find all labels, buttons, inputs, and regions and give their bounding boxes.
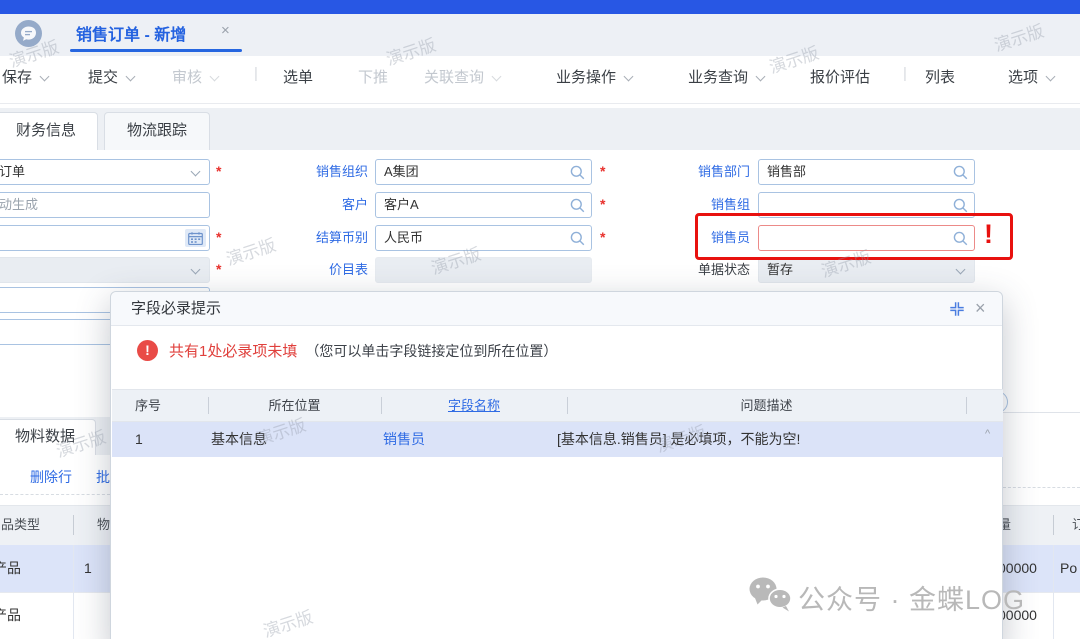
tab-finance-info[interactable]: 财务信息 [0,112,98,150]
customer-field[interactable]: 客户A [375,192,592,218]
delete-row-link[interactable]: 删除行 [30,467,72,487]
bill-type-select[interactable]: 标准销售订单 [0,159,210,185]
chevron-down-icon [210,72,220,82]
close-icon[interactable]: × [975,298,986,319]
price-list-field [375,257,592,283]
toolbar-select-bill-button[interactable]: 选单 [283,66,313,87]
search-icon[interactable] [952,164,969,181]
customer-label[interactable]: 客户 [268,192,368,218]
tab-logistics-tracking[interactable]: 物流跟踪 [104,112,210,150]
date-field[interactable]: 2026/1/8 [0,225,210,251]
toolbar-audit-button[interactable]: 审核 [172,66,218,87]
column-divider [73,545,74,639]
col-header-location: 所在位置 [208,389,381,422]
cell-qty: 00000 [998,592,1037,639]
toolbar-business-query-button[interactable]: 业务查询 [688,66,764,87]
divider [1003,487,1080,488]
chevron-down-icon [1046,72,1056,82]
cell-seq: 1 [84,545,92,592]
tab-material-data[interactable]: 物料数据 [0,419,96,455]
calendar-icon[interactable] [185,229,206,247]
cell-unit: Po [1060,545,1077,592]
cell-description: [基本信息.销售员] 是必填项，不能为空! [557,422,800,457]
chevron-down-icon [756,72,766,82]
toolbar-submit-button[interactable]: 提交 [88,66,134,87]
bill-status-label: 单据状态 [650,257,750,283]
chevron-down-icon [624,72,634,82]
toolbar-quote-evaluation-button[interactable]: 报价评估 [810,66,870,87]
chevron-down-icon [191,167,201,177]
toolbar-business-operation-button[interactable]: 业务操作 [556,66,632,87]
batch-fill-link[interactable]: 批 [96,467,110,487]
active-tab-underline [70,49,242,52]
toolbar [0,56,1080,104]
column-divider [1053,545,1054,639]
toolbar-separator: | [254,65,258,82]
cell-product-type: 产品 [0,592,21,639]
sales-org-label[interactable]: 销售组织 [268,159,368,185]
search-icon[interactable] [569,197,586,214]
column-divider [1053,515,1054,535]
dialog-header[interactable] [111,292,1002,326]
cell-field-link[interactable]: 销售员 [383,422,425,457]
required-fields-dialog: 字段必录提示 × ! 共有1处必录项未填（您可以单击字段链接定位到所在位置） 序… [110,291,1003,639]
error-icon: ! [137,340,158,361]
required-error-mark: ! [984,219,993,250]
collapse-icon[interactable] [949,301,965,317]
bill-status-select[interactable]: 暂存 [758,257,975,283]
chevron-down-icon [40,72,50,82]
dialog-alert-text: 共有1处必录项未填（您可以单击字段链接定位到所在位置） [169,338,557,365]
col-header-field-name[interactable]: 字段名称 [381,389,567,422]
settlement-currency-label[interactable]: 结算币别 [268,225,368,251]
sales-org-field[interactable]: A集团 [375,159,592,185]
settlement-currency-field[interactable]: 人民币 [375,225,592,251]
toolbar-separator: | [903,65,907,82]
col-header-description: 问题描述 [567,389,966,422]
sale-type-select[interactable]: 普通销售 [0,257,210,283]
active-document-tab[interactable]: 销售订单 - 新增 [76,21,186,45]
price-list-label[interactable]: 价目表 [268,257,368,283]
divider [0,494,110,495]
column-header-material: 物 [97,505,110,545]
toolbar-push-down-button[interactable]: 下推 [358,66,388,87]
cell-location: 基本信息 [211,422,267,457]
toolbar-options-button[interactable]: 选项 [1008,66,1054,87]
chevron-down-icon [126,72,136,82]
chevron-down-icon [492,72,502,82]
column-header-partial: 订 [1072,505,1080,545]
cell-qty: 00000 [998,545,1037,592]
required-field-highlight-box [695,213,1013,260]
search-icon[interactable] [569,230,586,247]
toolbar-save-button[interactable]: 保存 [2,66,48,87]
window-top-bar [0,0,1080,14]
toolbar-list-button[interactable]: 列表 [925,66,955,87]
cell-product-type: 产品 [0,545,21,592]
app-window: 销售订单 - 新增 × 保存 提交 审核 | 选单 下推 关联查询 业务操作 业… [0,0,1080,639]
sales-department-field[interactable]: 销售部 [758,159,975,185]
toolbar-related-query-button[interactable]: 关联查询 [424,66,500,87]
cell-seq: 1 [135,422,143,457]
column-header-product-type: 品类型 [1,505,40,545]
column-divider [966,397,967,414]
column-divider [73,515,74,535]
divider [1000,412,1080,413]
dialog-title: 字段必录提示 [131,292,221,326]
search-icon[interactable] [569,164,586,181]
tab-close-icon[interactable]: × [221,22,230,39]
bill-number-field[interactable]: 保存时自动生成 [0,192,210,218]
message-bubble-icon[interactable] [15,20,42,47]
scroll-up-icon[interactable]: ^ [985,428,990,440]
col-header-seq: 序号 [135,389,161,422]
chevron-down-icon [956,265,966,275]
chevron-down-icon [191,265,201,275]
sales-department-label[interactable]: 销售部门 [650,159,750,185]
search-icon[interactable] [952,197,969,214]
